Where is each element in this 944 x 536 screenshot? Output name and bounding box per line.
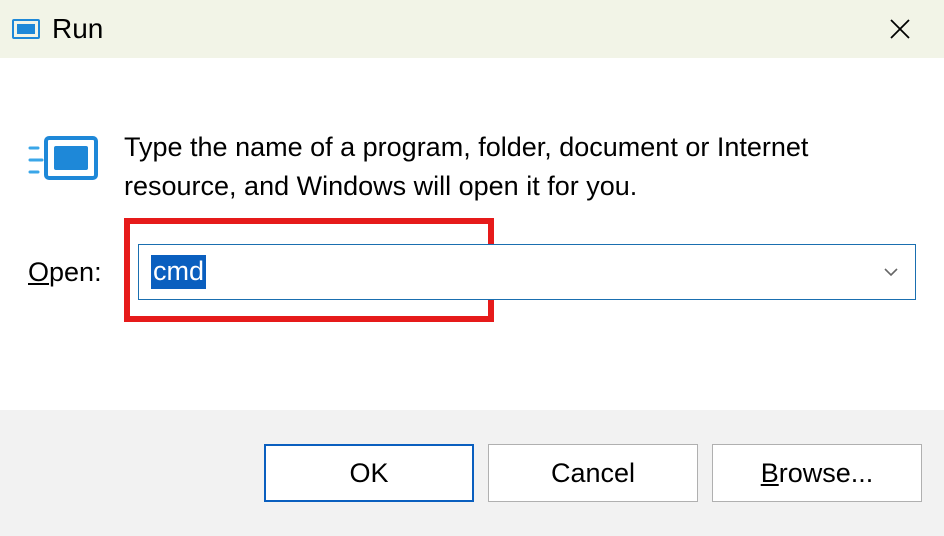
ok-button[interactable]: OK	[264, 444, 474, 502]
close-button[interactable]	[880, 9, 920, 49]
button-bar: OK Cancel Browse...	[0, 410, 944, 536]
run-icon-large	[28, 132, 100, 188]
titlebar: Run	[0, 0, 944, 58]
cancel-button[interactable]: Cancel	[488, 444, 698, 502]
open-combobox[interactable]: cmd	[138, 244, 916, 300]
cancel-button-label: Cancel	[551, 458, 635, 489]
description-row: Type the name of a program, folder, docu…	[28, 86, 916, 242]
browse-button[interactable]: Browse...	[712, 444, 922, 502]
chevron-down-icon[interactable]	[881, 262, 901, 282]
run-icon-small	[12, 17, 42, 41]
open-row: Open: cmd	[28, 244, 916, 300]
open-input-value: cmd	[151, 255, 206, 289]
open-label: Open:	[28, 257, 110, 288]
ok-button-label: OK	[349, 458, 388, 489]
browse-button-label: Browse...	[761, 458, 874, 489]
description-text: Type the name of a program, folder, docu…	[124, 128, 916, 206]
combo-wrapper: cmd	[138, 244, 916, 300]
close-icon	[888, 17, 912, 41]
window-title: Run	[52, 13, 103, 45]
dialog-content: Type the name of a program, folder, docu…	[0, 58, 944, 300]
